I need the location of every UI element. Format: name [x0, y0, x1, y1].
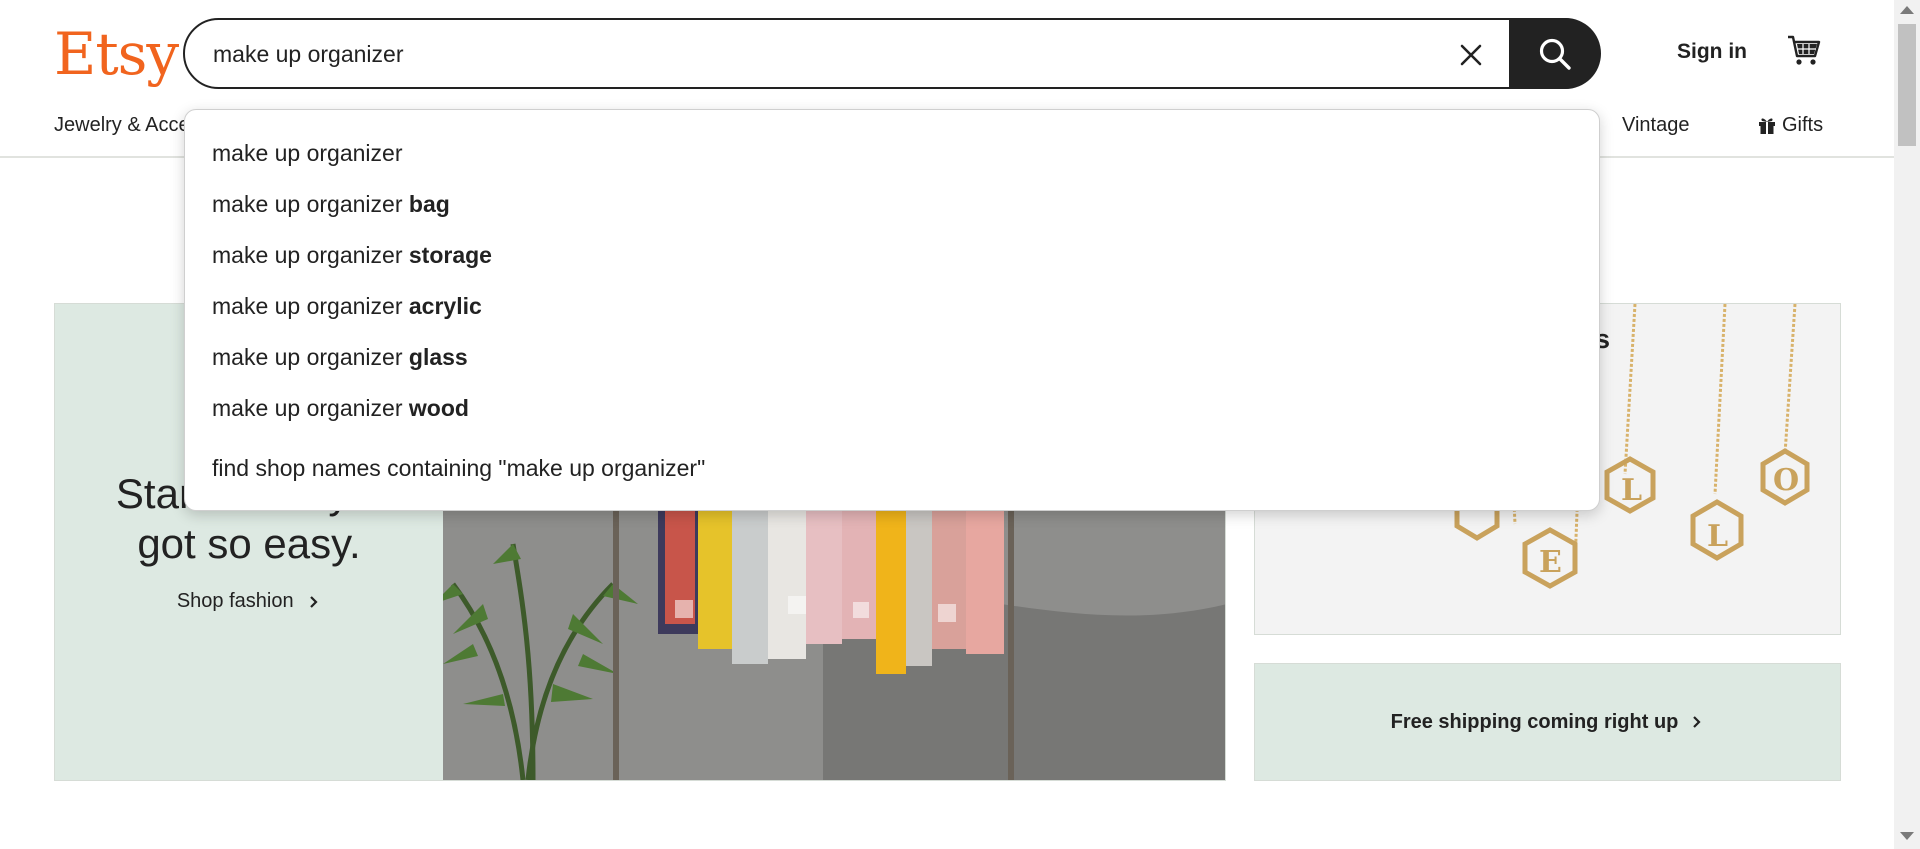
hero-headline-line-2: got so easy. [137, 520, 361, 567]
suggestion-base: make up organizer [212, 344, 409, 370]
nav-item-vintage[interactable]: Vintage [1622, 114, 1689, 137]
scroll-up-arrow-icon[interactable] [1900, 6, 1914, 14]
etsy-logo[interactable]: Etsy [54, 18, 179, 90]
suggestion-completion: bag [408, 191, 450, 217]
sign-in-link[interactable]: Sign in [1677, 40, 1747, 64]
search-input[interactable] [211, 20, 1335, 89]
suggestion-item[interactable]: make up organizer glass [212, 344, 468, 371]
suggestion-base: make up organizer [212, 242, 409, 268]
search-suggestions-dropdown: make up organizer make up organizer bag … [184, 109, 1600, 511]
suggestion-item[interactable]: make up organizer wood [212, 395, 469, 422]
close-icon [1460, 44, 1482, 66]
suggestion-completion: glass [408, 344, 468, 370]
chevron-right-icon [1693, 716, 1701, 728]
suggestion-base: make up organizer [212, 140, 403, 166]
chevron-right-icon [310, 595, 318, 608]
svg-text:O: O [1773, 463, 1799, 498]
suggestion-base: make up organizer [212, 293, 409, 319]
suggestion-base: make up organizer [212, 191, 409, 217]
search-icon [1539, 38, 1571, 70]
free-shipping-label: Free shipping coming right up [1390, 710, 1679, 733]
suggestion-item[interactable]: make up organizer [212, 140, 403, 167]
search-button[interactable] [1509, 18, 1601, 89]
suggestion-item[interactable]: make up organizer storage [212, 242, 492, 269]
suggestion-base: make up organizer [212, 395, 409, 421]
clear-search-button[interactable] [1453, 37, 1489, 73]
free-shipping-card[interactable]: Free shipping coming right up [1254, 663, 1841, 781]
nav-item-label: Gifts [1782, 114, 1824, 136]
shop-fashion-link[interactable]: Shop fashion [55, 590, 443, 613]
scrollbar-thumb[interactable] [1898, 24, 1916, 146]
suggestion-completion: acrylic [408, 293, 482, 319]
svg-text:E: E [1539, 545, 1562, 580]
suggestion-item[interactable]: make up organizer acrylic [212, 293, 482, 320]
search-bar [183, 18, 1601, 89]
shop-fashion-label: Shop fashion [176, 590, 294, 612]
scroll-down-arrow-icon[interactable] [1900, 832, 1914, 840]
suggestion-completion: wood [408, 395, 469, 421]
cart-icon[interactable] [1786, 32, 1822, 68]
page-scrollbar[interactable] [1894, 0, 1920, 849]
suggestion-completion: storage [408, 242, 492, 268]
nav-item-jewelry[interactable]: Jewelry & Accessories [54, 114, 184, 137]
shop-name-search-item[interactable]: find shop names containing "make up orga… [212, 455, 705, 482]
gift-icon [1759, 118, 1775, 134]
suggestion-item[interactable]: make up organizer bag [212, 191, 450, 218]
nav-item-gifts[interactable]: Gifts [1758, 114, 1823, 137]
svg-text:L: L [1707, 519, 1728, 554]
svg-text:L: L [1621, 473, 1642, 508]
